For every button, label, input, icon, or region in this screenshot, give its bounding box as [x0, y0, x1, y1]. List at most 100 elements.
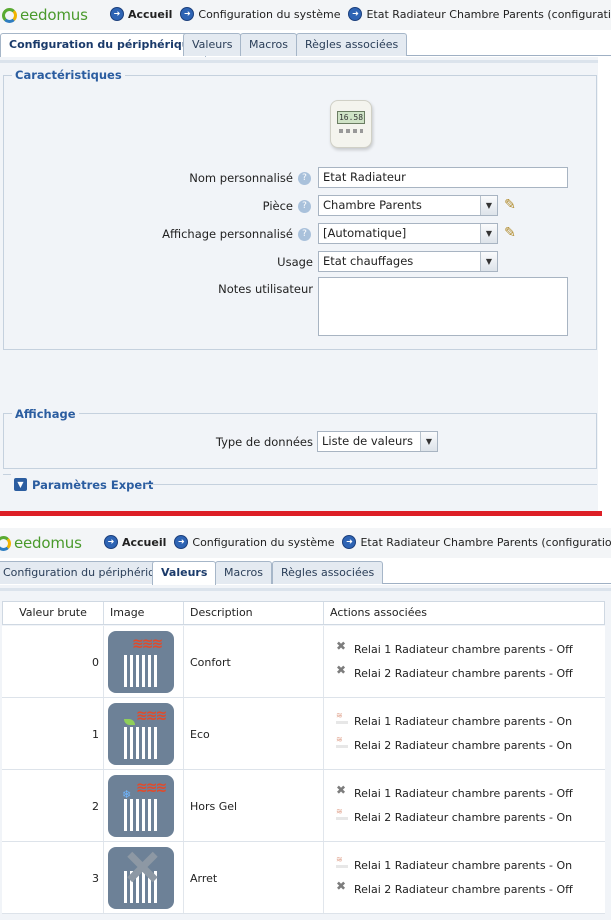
tab-valeurs[interactable]: Valeurs	[183, 33, 242, 56]
piece-select-value: Chambre Parents	[323, 198, 422, 212]
top-bar: eedomus ➜ Accueil ➜ Configuration du systè…	[0, 0, 611, 30]
x-icon: ✖	[336, 783, 347, 797]
description: Arret	[190, 872, 218, 885]
nav-configuration[interactable]: ➜ Configuration du système	[180, 7, 340, 21]
nav-accueil[interactable]: ➜ Accueil	[110, 7, 172, 21]
chevron-down-icon[interactable]: ▼	[480, 224, 497, 243]
tab-macros[interactable]: Macros	[240, 33, 298, 56]
logo-ring-icon	[0, 535, 11, 551]
raw-value: 1	[92, 728, 99, 741]
action-label: Relai 2 Radiateur chambre parents - Off	[354, 883, 573, 896]
usage-select[interactable]: Etat chauffages ▼	[318, 251, 498, 272]
nav-accueil-label: Accueil	[128, 7, 173, 21]
nav-accueil[interactable]: ➜ Accueil	[104, 535, 166, 549]
eedomus-logo[interactable]: eedomus	[0, 534, 82, 552]
tab-valeurs[interactable]: Valeurs	[152, 561, 217, 585]
nom-label: Nom personnalisé	[189, 171, 293, 185]
radiator-confort-image: ≋≋≋	[108, 631, 174, 693]
edit-pencil-icon[interactable]: ✎	[502, 225, 518, 241]
nav-configuration[interactable]: ➜ Configuration du système	[174, 535, 334, 549]
nav-device[interactable]: ➜ Etat Radiateur Chambre Parents (configu…	[342, 535, 611, 549]
divider	[145, 484, 597, 485]
nav-configuration-label: Configuration du système	[198, 7, 341, 21]
type-donnees-select[interactable]: Liste de valeurs ▼	[317, 431, 438, 452]
affichage-select[interactable]: [Automatique] ▼	[318, 223, 498, 244]
gap	[0, 516, 611, 528]
radiator-arret-image	[108, 847, 174, 909]
radiator-eco-image: ≋≋≋	[108, 703, 174, 765]
x-icon: ✖	[336, 879, 347, 893]
help-icon[interactable]: ?	[298, 200, 311, 213]
content-stripe	[0, 60, 598, 63]
device-buttons	[339, 129, 363, 133]
logo-text: eedomus	[14, 534, 82, 552]
chevron-down-icon[interactable]: ▼	[480, 196, 497, 215]
usage-label: Usage	[277, 255, 313, 269]
col-valeur-brute: Valeur brute	[3, 602, 104, 624]
arrow-right-icon: ➜	[342, 535, 357, 549]
breadcrumb: ➜ Accueil ➜ Configuration du système ➜ Etat…	[110, 7, 611, 21]
radiator-icon	[124, 655, 158, 687]
tab-regles[interactable]: Règles associées	[296, 33, 408, 56]
section-caracteristiques: Caractéristiques	[12, 68, 125, 82]
expert-settings-toggle[interactable]: Paramètres Expert	[32, 478, 153, 492]
heat-waves-icon: ≋≋≋	[132, 636, 163, 652]
nom-input[interactable]: Etat Radiateur	[318, 167, 568, 188]
description: Hors Gel	[190, 800, 238, 813]
tab-regles[interactable]: Règles associées	[272, 561, 384, 584]
radiator-icon	[124, 799, 158, 831]
heat-waves-icon: ≋≋≋	[136, 780, 167, 796]
divider	[3, 474, 11, 475]
radiator-hors-gel-image: ❄ ≋≋≋	[108, 775, 174, 837]
table-header: Valeur brute Image Description Actions a…	[2, 601, 605, 625]
tab-macros[interactable]: Macros	[215, 561, 273, 584]
top-bar: eedomus ➜ Accueil ➜ Configuration du systè…	[0, 528, 611, 558]
nav-configuration-label: Configuration du système	[192, 535, 335, 549]
arrow-right-icon: ➜	[110, 7, 124, 21]
x-icon: ✖	[336, 663, 347, 677]
action-label: Relai 2 Radiateur chambre parents - Off	[354, 667, 573, 680]
action-label: Relai 1 Radiateur chambre parents - On	[354, 859, 573, 872]
action-label: Relai 2 Radiateur chambre parents - On	[354, 811, 573, 824]
help-icon[interactable]: ?	[298, 172, 311, 185]
device-image: 16.58	[330, 100, 372, 148]
notes-textarea[interactable]	[318, 277, 568, 336]
arrow-right-icon: ➜	[104, 535, 118, 549]
chevron-down-icon[interactable]: ▼	[480, 252, 497, 271]
nav-device-label: Etat Radiateur Chambre Parents (configur…	[360, 535, 611, 549]
action-label: Relai 1 Radiateur chambre parents - On	[354, 715, 573, 728]
logo-text: eedomus	[20, 6, 88, 24]
values-panel: eedomus ➜ Accueil ➜ Configuration du systè…	[0, 528, 611, 920]
table-row[interactable]: 0 ≋≋≋ Confort ✖ Relai 1 Radiateur chambr…	[2, 626, 605, 698]
table-row[interactable]: 1 ≋≋≋ Eco ≋ Relai 1 Radiateur chambre pa…	[2, 698, 605, 770]
description: Eco	[190, 728, 210, 741]
col-image: Image	[104, 602, 184, 624]
heat-icon: ≋	[336, 736, 348, 748]
action-label: Relai 1 Radiateur chambre parents - Off	[354, 787, 573, 800]
arrow-right-icon: ➜	[174, 535, 189, 549]
off-cross-icon	[126, 851, 158, 883]
raw-value: 0	[92, 656, 99, 669]
edit-pencil-icon[interactable]: ✎	[502, 197, 518, 213]
type-donnees-label: Type de données	[215, 435, 313, 449]
table-row[interactable]: 3 Arret ≋ Relai 1 Radiateur chambre pare…	[2, 842, 605, 914]
radiator-icon	[124, 727, 158, 759]
help-icon[interactable]: ?	[298, 228, 311, 241]
nav-device-label: Etat Radiateur Chambre Parents (configur…	[366, 7, 611, 21]
eedomus-logo[interactable]: eedomus	[2, 6, 88, 24]
raw-value: 2	[92, 800, 99, 813]
breadcrumb: ➜ Accueil ➜ Configuration du système ➜ Etat…	[104, 535, 611, 549]
arrow-right-icon: ➜	[348, 7, 363, 21]
piece-label: Pièce	[262, 199, 293, 213]
heat-waves-icon: ≋≋≋	[136, 708, 167, 724]
nav-device[interactable]: ➜ Etat Radiateur Chambre Parents (configu…	[348, 7, 611, 21]
chevron-down-icon[interactable]: ▼	[420, 432, 437, 451]
tab-configuration[interactable]: Configuration du périphérique	[0, 33, 207, 57]
tab-bar: Configuration du périphérique Valeurs Ma…	[0, 30, 611, 57]
piece-select[interactable]: Chambre Parents ▼	[318, 195, 498, 216]
nav-accueil-label: Accueil	[122, 535, 167, 549]
table-row[interactable]: 2 ❄ ≋≋≋ Hors Gel ✖ Relai 1 Radiateur cha…	[2, 770, 605, 842]
col-description: Description	[184, 602, 324, 624]
x-icon: ✖	[336, 639, 347, 653]
expand-toggle-icon[interactable]: ▼	[14, 478, 27, 491]
